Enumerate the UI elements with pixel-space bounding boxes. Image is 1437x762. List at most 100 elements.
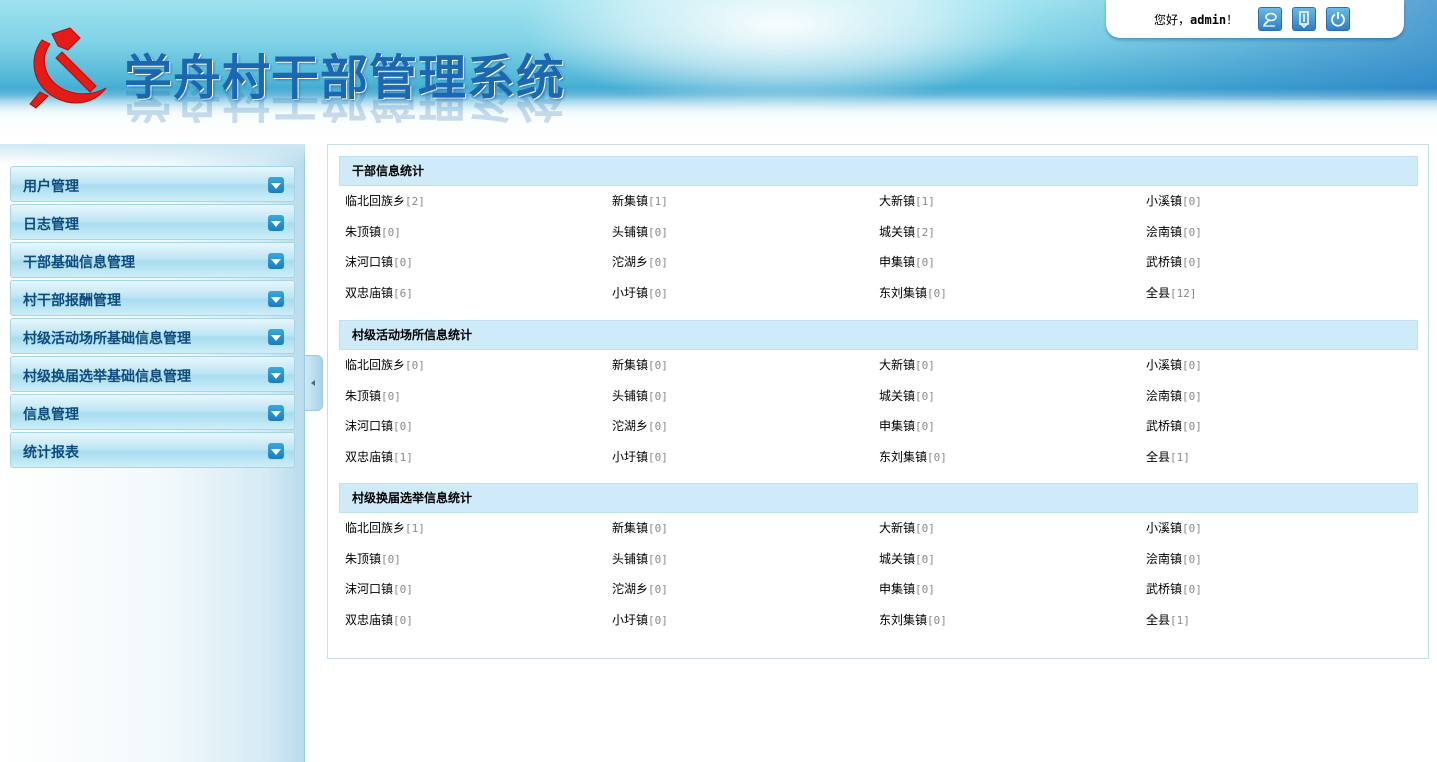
system-title-reflection: 学舟村干部管理系统	[124, 88, 566, 126]
stat-item-count: [0]	[927, 613, 947, 627]
stat-item-name[interactable]: 沫河口镇	[345, 419, 393, 433]
stat-item-count: [0]	[915, 389, 935, 403]
stat-item-name[interactable]: 全县	[1146, 613, 1170, 627]
stat-item-name[interactable]: 双忠庙镇	[345, 613, 393, 627]
stat-item: 沱湖乡[0]	[612, 247, 879, 277]
stat-item: 大新镇[0]	[879, 513, 1146, 543]
notebook-button[interactable]	[1292, 7, 1316, 31]
stat-item-count: [0]	[1182, 420, 1202, 433]
stat-item-name[interactable]: 临北回族乡	[345, 194, 405, 208]
section-title: 村级换届选举信息统计	[339, 483, 1418, 513]
stat-item-name[interactable]: 朱顶镇	[345, 225, 381, 239]
stat-item-name[interactable]: 头铺镇	[612, 225, 648, 239]
stat-item: 临北回族乡[1]	[345, 513, 612, 543]
stat-item-name[interactable]: 双忠庙镇	[345, 286, 393, 300]
stat-item: 浍南镇[0]	[1146, 544, 1413, 574]
stat-item-name[interactable]: 头铺镇	[612, 389, 648, 403]
stat-item-name[interactable]: 武桥镇	[1146, 419, 1182, 433]
stat-item-name[interactable]: 全县	[1146, 286, 1170, 300]
stat-item-name[interactable]: 城关镇	[879, 225, 915, 239]
stat-item-name[interactable]: 东刘集镇	[879, 286, 927, 300]
stat-item-count: [0]	[1182, 389, 1202, 403]
stat-item-count: [0]	[393, 420, 413, 433]
stat-item-count: [0]	[381, 225, 401, 239]
stat-item-name[interactable]: 小溪镇	[1146, 521, 1182, 535]
stat-item: 城关镇[0]	[879, 544, 1146, 574]
sidebar-item-reports[interactable]: 统计报表	[10, 432, 295, 468]
stat-item: 新集镇[0]	[612, 513, 879, 543]
stat-item-name[interactable]: 大新镇	[879, 358, 915, 372]
sidebar-item-label: 统计报表	[23, 445, 79, 461]
sidebar-item-log-management[interactable]: 日志管理	[10, 204, 295, 240]
stat-item-count: [0]	[1182, 359, 1202, 372]
stat-item-name[interactable]: 沱湖乡	[612, 419, 648, 433]
stat-item-name[interactable]: 小溪镇	[1146, 358, 1182, 372]
stat-item-name[interactable]: 申集镇	[879, 419, 915, 433]
stat-item-name[interactable]: 武桥镇	[1146, 255, 1182, 269]
stat-item: 东刘集镇[0]	[879, 605, 1146, 635]
stat-item-name[interactable]: 沫河口镇	[345, 582, 393, 596]
sidebar-item-cadre-basic-info[interactable]: 干部基础信息管理	[10, 242, 295, 278]
section-venue-stats: 村级活动场所信息统计 临北回族乡[0] 新集镇[0] 大新镇[0] 小溪镇[0] 朱顶镇…	[339, 320, 1418, 474]
stat-item: 小溪镇[0]	[1146, 350, 1413, 380]
stat-item-name[interactable]: 浍南镇	[1146, 552, 1182, 566]
stat-item-name[interactable]: 新集镇	[612, 521, 648, 535]
stat-item-name[interactable]: 浍南镇	[1146, 225, 1182, 239]
stat-item-count: [1]	[648, 195, 668, 208]
sidebar-collapse-handle[interactable]	[305, 355, 323, 411]
stat-item-name[interactable]: 沱湖乡	[612, 255, 648, 269]
sidebar-item-election[interactable]: 村级换届选举基础信息管理	[10, 356, 295, 392]
stat-item-name[interactable]: 申集镇	[879, 255, 915, 269]
stat-item-name[interactable]: 武桥镇	[1146, 582, 1182, 596]
user-box: 您好，admin！	[1106, 0, 1404, 38]
stat-item-name[interactable]: 小圩镇	[612, 450, 648, 464]
stat-item-name[interactable]: 东刘集镇	[879, 613, 927, 627]
stat-item: 浍南镇[0]	[1146, 217, 1413, 247]
stat-item-name[interactable]: 沫河口镇	[345, 255, 393, 269]
sidebar-item-activity-venue[interactable]: 村级活动场所基础信息管理	[10, 318, 295, 354]
stat-item-count: [0]	[648, 256, 668, 269]
stat-item-name[interactable]: 大新镇	[879, 194, 915, 208]
stat-item-name[interactable]: 新集镇	[612, 358, 648, 372]
stat-item-name[interactable]: 大新镇	[879, 521, 915, 535]
stat-item: 城关镇[2]	[879, 217, 1146, 247]
stat-item-name[interactable]: 申集镇	[879, 582, 915, 596]
stat-item-name[interactable]: 小溪镇	[1146, 194, 1182, 208]
chevron-down-icon	[268, 405, 284, 421]
stat-item-name[interactable]: 城关镇	[879, 389, 915, 403]
greeting-prefix: 您好，	[1154, 13, 1191, 27]
stat-item-count: [0]	[381, 389, 401, 403]
stat-item-name[interactable]: 全县	[1146, 450, 1170, 464]
stat-item-name[interactable]: 新集镇	[612, 194, 648, 208]
stat-item: 沫河口镇[0]	[345, 574, 612, 604]
stat-item-name[interactable]: 小圩镇	[612, 286, 648, 300]
stat-item-count: [1]	[405, 522, 425, 535]
logout-button[interactable]	[1326, 7, 1350, 31]
sidebar-item-cadre-salary[interactable]: 村干部报酬管理	[10, 280, 295, 316]
stat-item-count: [1]	[393, 450, 413, 464]
stat-item-name[interactable]: 沱湖乡	[612, 582, 648, 596]
stat-item-count: [0]	[648, 286, 668, 300]
stat-item-name[interactable]: 浍南镇	[1146, 389, 1182, 403]
main-panel: 干部信息统计 临北回族乡[2] 新集镇[1] 大新镇[1] 小溪镇[0] 朱顶镇[0] 头…	[327, 144, 1429, 659]
stat-item-count: [0]	[1182, 195, 1202, 208]
sidebar-item-info-management[interactable]: 信息管理	[10, 394, 295, 430]
section-title: 干部信息统计	[339, 156, 1418, 186]
stat-item-count: [0]	[1182, 583, 1202, 596]
edit-profile-button[interactable]	[1258, 7, 1282, 31]
sidebar-item-label: 村干部报酬管理	[23, 293, 121, 309]
stat-item-name[interactable]: 城关镇	[879, 552, 915, 566]
stat-item-name[interactable]: 朱顶镇	[345, 389, 381, 403]
stat-item-count: [0]	[393, 583, 413, 596]
stat-item-name[interactable]: 临北回族乡	[345, 521, 405, 535]
stat-item-name[interactable]: 小圩镇	[612, 613, 648, 627]
stat-item-name[interactable]: 头铺镇	[612, 552, 648, 566]
stat-item-count: [0]	[648, 359, 668, 372]
stat-item-name[interactable]: 双忠庙镇	[345, 450, 393, 464]
stat-item: 小溪镇[0]	[1146, 186, 1413, 216]
stat-item-name[interactable]: 临北回族乡	[345, 358, 405, 372]
stat-item-name[interactable]: 朱顶镇	[345, 552, 381, 566]
stat-item-count: [0]	[1182, 256, 1202, 269]
stat-item-name[interactable]: 东刘集镇	[879, 450, 927, 464]
sidebar-item-user-management[interactable]: 用户管理	[10, 166, 295, 202]
